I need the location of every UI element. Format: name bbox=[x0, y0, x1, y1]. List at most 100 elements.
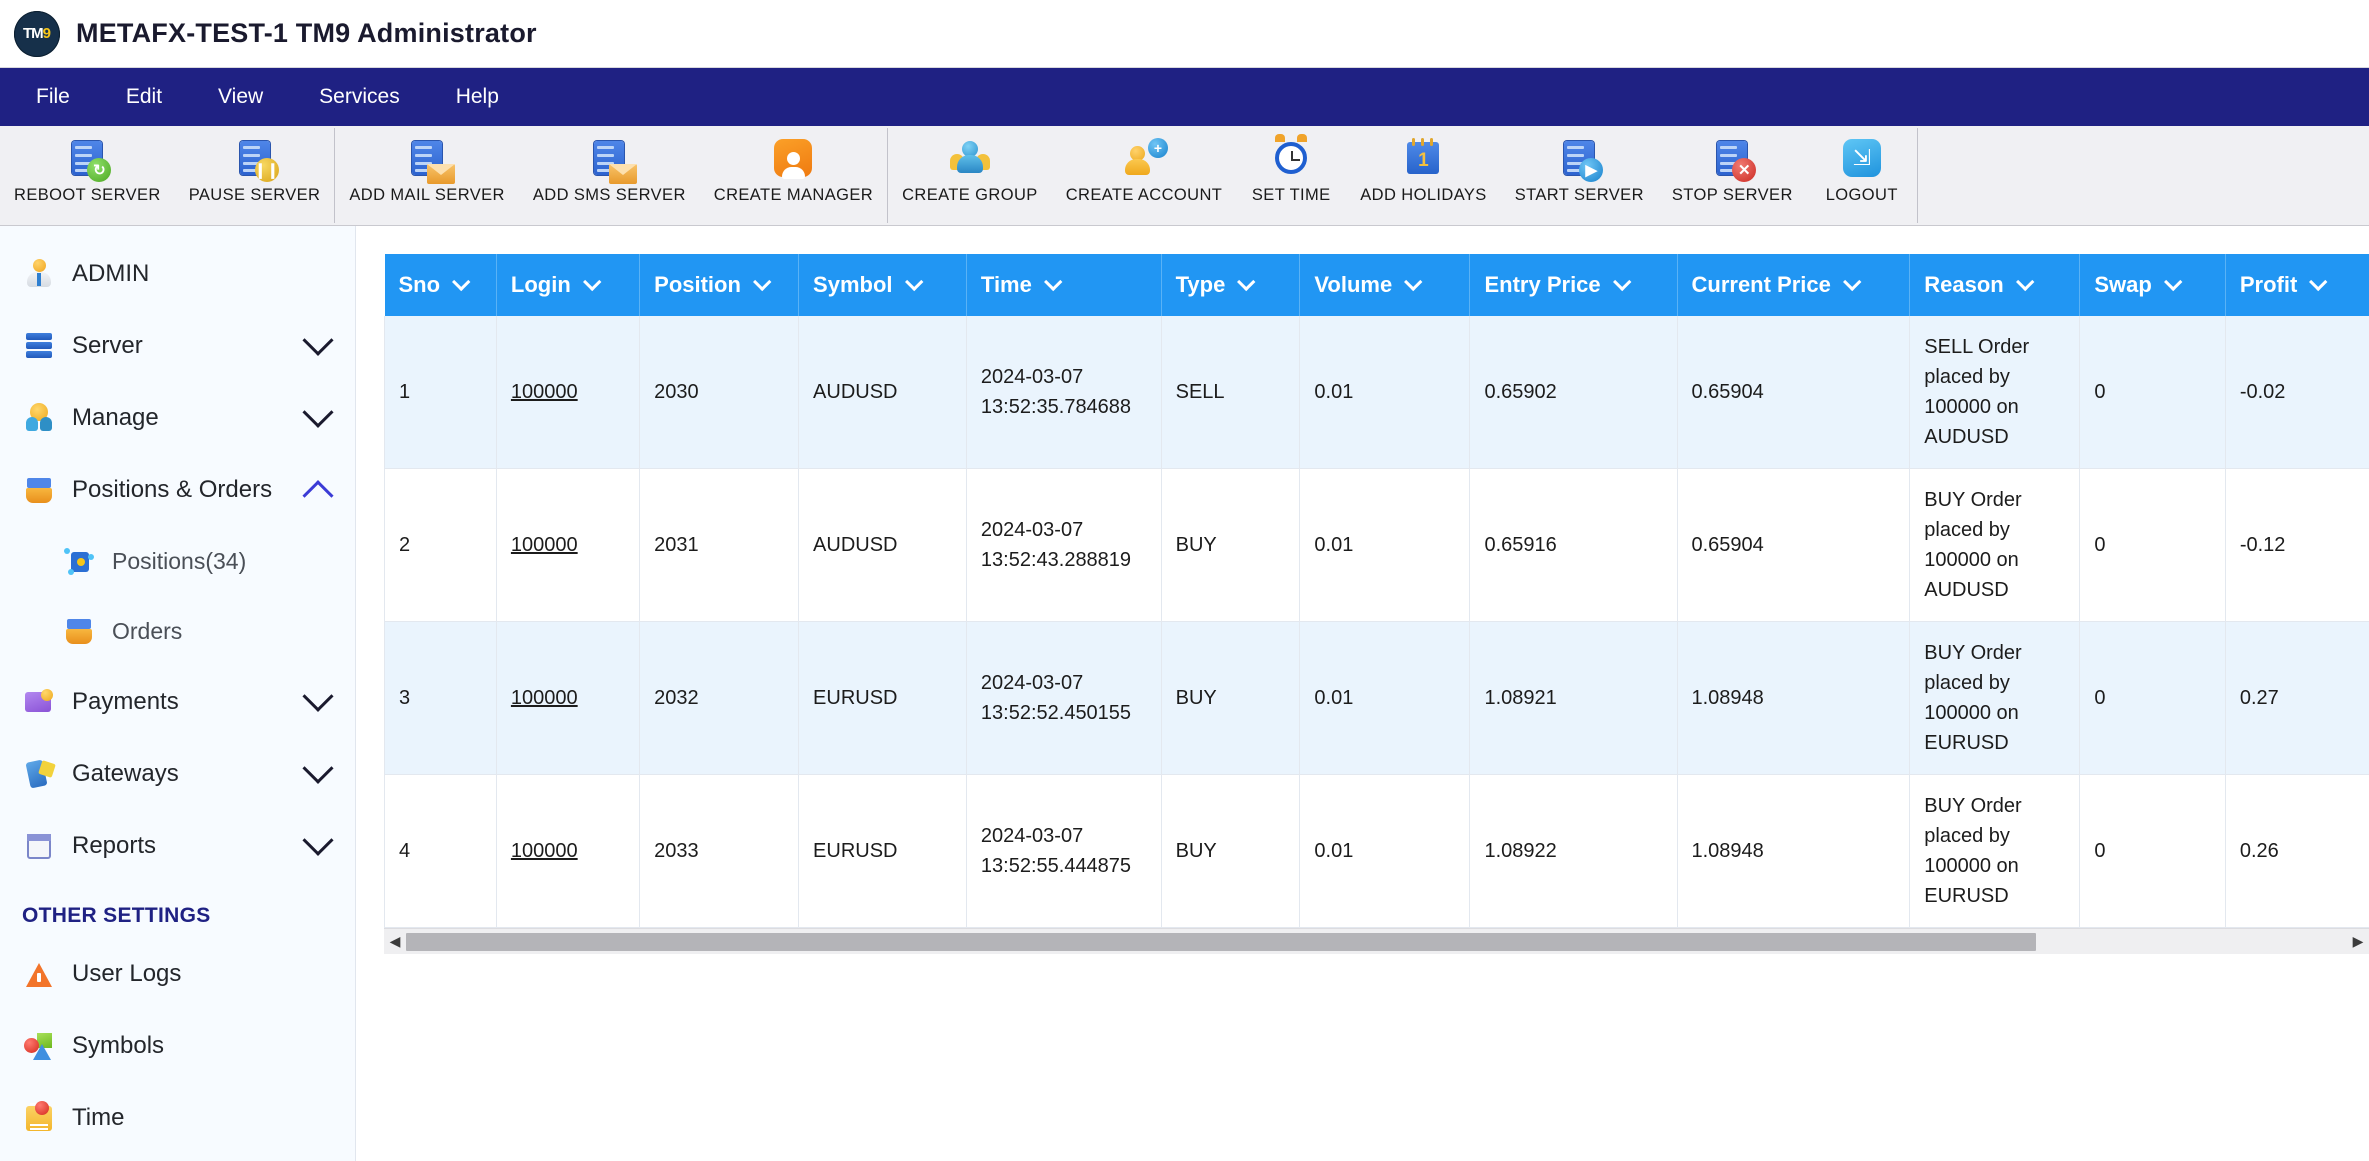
column-header-entry-price[interactable]: Entry Price bbox=[1470, 254, 1677, 316]
column-header-volume[interactable]: Volume bbox=[1300, 254, 1470, 316]
sort-chevron-down-icon[interactable] bbox=[1843, 272, 1861, 290]
login-link[interactable]: 100000 bbox=[511, 840, 578, 862]
sort-chevron-down-icon[interactable] bbox=[1613, 272, 1631, 290]
sort-chevron-down-icon[interactable] bbox=[1044, 272, 1062, 290]
chevron-up-icon[interactable] bbox=[302, 480, 333, 511]
orders-icon bbox=[62, 614, 96, 648]
toolbar-button-stop-server[interactable]: ✕ STOP SERVER bbox=[1658, 126, 1807, 225]
login-link[interactable]: 100000 bbox=[511, 381, 578, 403]
column-header-label: Position bbox=[654, 272, 741, 298]
sort-chevron-down-icon[interactable] bbox=[753, 272, 771, 290]
sidebar-item-label: Symbols bbox=[72, 1032, 329, 1060]
column-header-symbol[interactable]: Symbol bbox=[799, 254, 967, 316]
sort-chevron-down-icon[interactable] bbox=[905, 272, 923, 290]
horizontal-scrollbar[interactable]: ◀ ▶ bbox=[384, 928, 2369, 954]
sort-chevron-down-icon[interactable] bbox=[1404, 272, 1422, 290]
toolbar-button-create-manager[interactable]: CREATE MANAGER bbox=[700, 126, 887, 225]
column-header-type[interactable]: Type bbox=[1161, 254, 1300, 316]
toolbar-button-add-mail-server[interactable]: ADD MAIL SERVER bbox=[335, 126, 518, 225]
server-stop-icon: ✕ bbox=[1704, 132, 1760, 184]
chevron-down-icon[interactable] bbox=[302, 397, 333, 428]
column-header-profit[interactable]: Profit bbox=[2225, 254, 2369, 316]
table-row[interactable]: 21000002031AUDUSD2024-03-07 13:52:43.288… bbox=[385, 469, 2369, 622]
sidebar-item-positions[interactable]: Positions(34) bbox=[0, 526, 355, 596]
column-header-time[interactable]: Time bbox=[966, 254, 1161, 316]
menu-item-services[interactable]: Services bbox=[291, 68, 428, 126]
server-start-icon: ▶ bbox=[1551, 132, 1607, 184]
toolbar-button-pause-server[interactable]: ❙❙ PAUSE SERVER bbox=[175, 126, 335, 225]
sort-chevron-down-icon[interactable] bbox=[452, 272, 470, 290]
sidebar-item-positions-orders[interactable]: Positions & Orders bbox=[0, 454, 355, 526]
sort-chevron-down-icon[interactable] bbox=[2309, 272, 2327, 290]
sidebar-item-payments[interactable]: Payments bbox=[0, 666, 355, 738]
scroll-left-arrow-icon[interactable]: ◀ bbox=[384, 933, 406, 950]
cell-type: SELL bbox=[1161, 316, 1300, 469]
chevron-down-icon[interactable] bbox=[302, 681, 333, 712]
table-row[interactable]: 31000002032EURUSD2024-03-07 13:52:52.450… bbox=[385, 622, 2369, 775]
column-header-reason[interactable]: Reason bbox=[1910, 254, 2080, 316]
sidebar-item-orders[interactable]: Orders bbox=[0, 596, 355, 666]
cell-sno: 1 bbox=[385, 316, 497, 469]
cell-time: 2024-03-07 13:52:43.288819 bbox=[966, 469, 1161, 622]
cell-reason: SELL Order placed by 100000 on AUDUSD bbox=[1910, 316, 2080, 469]
toolbar-divider bbox=[1917, 128, 1918, 223]
create-manager-icon bbox=[765, 132, 821, 184]
sort-chevron-down-icon[interactable] bbox=[2016, 272, 2034, 290]
toolbar-button-logout[interactable]: ⇲ LOGOUT bbox=[1807, 126, 1917, 225]
toolbar-button-create-account[interactable]: + CREATE ACCOUNT bbox=[1052, 126, 1237, 225]
column-header-label: Symbol bbox=[813, 272, 892, 298]
toolbar-label: ADD MAIL SERVER bbox=[349, 186, 504, 205]
menu-item-view[interactable]: View bbox=[190, 68, 291, 126]
scrollbar-thumb[interactable] bbox=[406, 933, 2036, 951]
toolbar-button-start-server[interactable]: ▶ START SERVER bbox=[1501, 126, 1658, 225]
toolbar-button-set-time[interactable]: SET TIME bbox=[1236, 126, 1346, 225]
mail-server-icon bbox=[399, 132, 455, 184]
menu-item-edit[interactable]: Edit bbox=[98, 68, 190, 126]
toolbar-button-reboot-server[interactable]: ↻ REBOOT SERVER bbox=[0, 126, 175, 225]
sidebar-item-admin[interactable]: ADMIN bbox=[0, 238, 355, 310]
time-icon bbox=[22, 1101, 56, 1135]
chevron-down-icon[interactable] bbox=[302, 753, 333, 784]
column-header-sno[interactable]: Sno bbox=[385, 254, 497, 316]
sidebar-item-user-logs[interactable]: User Logs bbox=[0, 938, 355, 1010]
positions-icon bbox=[62, 544, 96, 578]
sidebar-item-symbols[interactable]: Symbols bbox=[0, 1010, 355, 1082]
cell-reason: BUY Order placed by 100000 on EURUSD bbox=[1910, 775, 2080, 928]
toolbar-button-create-group[interactable]: CREATE GROUP bbox=[888, 126, 1052, 225]
sidebar-item-time[interactable]: Time bbox=[0, 1082, 355, 1154]
menu-item-file[interactable]: File bbox=[8, 68, 98, 126]
sidebar-item-gateways[interactable]: Gateways bbox=[0, 738, 355, 810]
cell-current-price: 1.08948 bbox=[1677, 775, 1910, 928]
chevron-down-icon[interactable] bbox=[302, 325, 333, 356]
column-header-swap[interactable]: Swap bbox=[2080, 254, 2225, 316]
sidebar-item-manage[interactable]: Manage bbox=[0, 382, 355, 454]
cell-profit: 0.27 bbox=[2225, 622, 2369, 775]
menu-item-help[interactable]: Help bbox=[428, 68, 527, 126]
login-link[interactable]: 100000 bbox=[511, 687, 578, 709]
scrollbar-track[interactable] bbox=[406, 933, 2347, 951]
sidebar-item-reports[interactable]: Reports bbox=[0, 810, 355, 882]
column-header-current-price[interactable]: Current Price bbox=[1677, 254, 1910, 316]
toolbar-button-add-holidays[interactable]: 1 ADD HOLIDAYS bbox=[1346, 126, 1500, 225]
cell-type: BUY bbox=[1161, 775, 1300, 928]
toolbar-label: CREATE MANAGER bbox=[714, 186, 873, 205]
sort-chevron-down-icon[interactable] bbox=[1237, 272, 1255, 290]
create-account-icon: + bbox=[1116, 132, 1172, 184]
column-header-label: Reason bbox=[1924, 272, 2003, 298]
sort-chevron-down-icon[interactable] bbox=[583, 272, 601, 290]
column-header-position[interactable]: Position bbox=[640, 254, 799, 316]
column-header-login[interactable]: Login bbox=[496, 254, 639, 316]
table-row[interactable]: 11000002030AUDUSD2024-03-07 13:52:35.784… bbox=[385, 316, 2369, 469]
sidebar-item-label: Server bbox=[72, 332, 307, 360]
column-header-label: Type bbox=[1176, 272, 1226, 298]
chevron-down-icon[interactable] bbox=[302, 825, 333, 856]
toolbar-button-add-sms-server[interactable]: ADD SMS SERVER bbox=[519, 126, 700, 225]
sort-chevron-down-icon[interactable] bbox=[2164, 272, 2182, 290]
scroll-right-arrow-icon[interactable]: ▶ bbox=[2347, 933, 2369, 950]
sidebar-item-server[interactable]: Server bbox=[0, 310, 355, 382]
table-row[interactable]: 41000002033EURUSD2024-03-07 13:52:55.444… bbox=[385, 775, 2369, 928]
cell-login: 100000 bbox=[496, 622, 639, 775]
sidebar-item-label: Orders bbox=[112, 618, 329, 645]
title-bar: TM9 METAFX-TEST-1 TM9 Administrator bbox=[0, 0, 2369, 68]
login-link[interactable]: 100000 bbox=[511, 534, 578, 556]
